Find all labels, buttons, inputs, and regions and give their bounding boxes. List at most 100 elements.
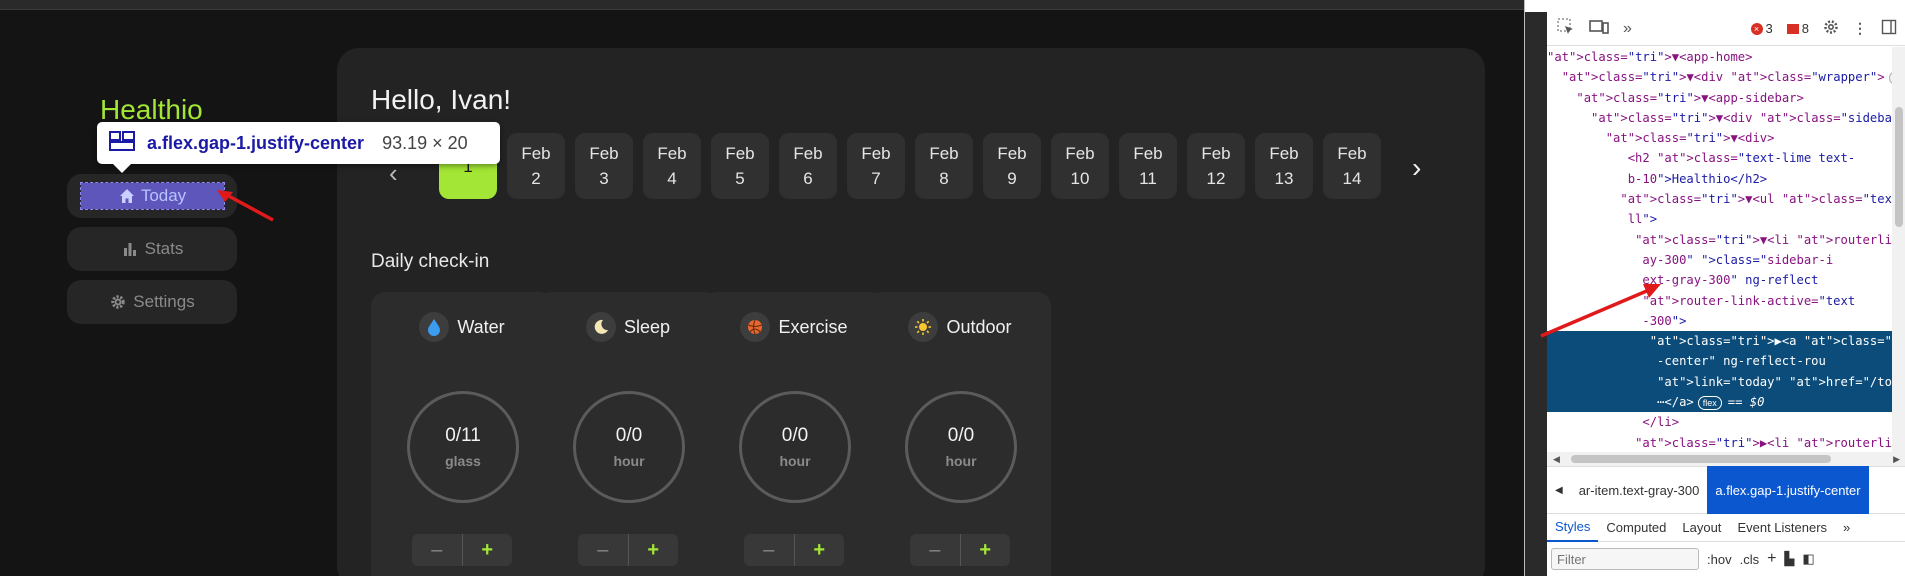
tab-computed[interactable]: Computed <box>1598 514 1674 542</box>
date-chip[interactable]: Feb 8 <box>915 133 973 199</box>
card-title: Exercise <box>778 316 848 337</box>
increment-button[interactable]: + <box>961 534 1011 566</box>
progress-value: 0/0 <box>947 425 975 446</box>
today-link-highlight[interactable]: Today <box>79 182 225 210</box>
quantity-stepper: – + <box>910 534 1010 566</box>
dom-tree-line-text: </li> <box>1547 415 1680 430</box>
more-panels-icon[interactable]: » <box>1835 514 1858 542</box>
date-next-button[interactable]: › <box>1412 152 1421 184</box>
increment-button[interactable]: + <box>629 534 679 566</box>
sidebar-item-label: Stats <box>144 239 184 258</box>
date-chip-month: Feb <box>1133 144 1163 163</box>
devtools-panel: » × 3 8 ⋮ "at">class="tri">▼<app-home> "… <box>1524 0 1905 576</box>
toggle-sidebar-icon[interactable]: ◧ <box>1802 551 1814 567</box>
dom-tree-line-text: "at">class="tri">▶<li "at">routerlinkact… <box>1635 435 1892 450</box>
date-chip[interactable]: Feb 3 <box>575 133 633 199</box>
breadcrumb-prev-icon[interactable]: ◀ <box>1547 466 1571 514</box>
issue-count-badge[interactable]: 8 <box>1786 21 1809 36</box>
elements-horizontal-scrollbar[interactable]: ◀ ▶ <box>1547 452 1905 466</box>
decrement-button[interactable]: – <box>910 534 961 566</box>
dom-tree-line[interactable]: "at">class="tri">▼<li "at">routerlinkact… <box>1547 230 1892 250</box>
progress-value: 0/11 <box>445 425 481 446</box>
paint-icon[interactable]: ▙ <box>1784 551 1794 567</box>
increment-button[interactable]: + <box>795 534 845 566</box>
quantity-stepper: – + <box>412 534 512 566</box>
settings-gear-icon[interactable] <box>1823 19 1839 38</box>
sidebar-item-settings[interactable]: Settings <box>67 280 237 324</box>
error-count-badge[interactable]: × 3 <box>1750 21 1773 36</box>
dom-tree-line[interactable]: "at">class="tri">▼<div> <box>1547 128 1892 148</box>
decrement-button[interactable]: – <box>744 534 795 566</box>
breadcrumb-item-active[interactable]: a.flex.gap-1.justify-center <box>1707 466 1869 514</box>
hov-toggle[interactable]: :hov <box>1707 552 1732 567</box>
date-chip-day: 12 <box>1206 169 1226 188</box>
dom-tree-line[interactable]: "at">class="tri">▼<app-home> <box>1547 47 1892 67</box>
dom-tree-line-text: "at">link="today" "at">href="/to <box>1657 374 1892 389</box>
progress-ring: 0/0 hour <box>739 391 851 503</box>
new-rule-icon[interactable]: + <box>1767 550 1776 568</box>
date-chip[interactable]: Feb 11 <box>1119 133 1177 199</box>
date-chip-month: Feb <box>1337 144 1367 163</box>
dom-tree-line[interactable]: <h2 "at">class="text-lime text- <box>1547 148 1892 168</box>
dom-tree-line[interactable]: "at">class="tri">▶<li "at">routerlinkact… <box>1547 433 1892 452</box>
inspect-element-icon[interactable] <box>1557 18 1575 39</box>
date-chip[interactable]: Feb 12 <box>1187 133 1245 199</box>
dom-tree-line[interactable]: -center" ng-reflect-rou <box>1547 351 1892 372</box>
elements-tree[interactable]: "at">class="tri">▼<app-home> "at">class=… <box>1547 47 1892 452</box>
dom-tree-line[interactable]: ⋯</a> flex == $0 <box>1547 392 1892 413</box>
breadcrumb-item[interactable]: ar-item.text-gray-300 <box>1571 466 1708 514</box>
kebab-menu-icon[interactable]: ⋮ <box>1853 20 1867 37</box>
gear-icon <box>109 293 127 311</box>
date-chip[interactable]: Feb 4 <box>643 133 701 199</box>
dom-tree-line[interactable]: "at">class="tri">▼<app-sidebar> <box>1547 88 1892 108</box>
date-chip[interactable]: Feb 5 <box>711 133 769 199</box>
breadcrumb: ◀ ar-item.text-gray-300 a.flex.gap-1.jus… <box>1547 466 1905 514</box>
date-chip[interactable]: Feb 13 <box>1255 133 1313 199</box>
more-tabs-icon[interactable]: » <box>1623 20 1632 38</box>
date-chip[interactable]: Feb 6 <box>779 133 837 199</box>
dom-tree-line[interactable]: </li> <box>1547 412 1892 432</box>
device-toolbar-icon[interactable] <box>1589 18 1609 39</box>
sidebar-item-stats[interactable]: Stats <box>67 227 237 271</box>
dom-tree-line[interactable]: "at">class="tri">▼<div "at">class="sideb… <box>1547 108 1892 128</box>
date-chip[interactable]: Feb 14 <box>1323 133 1381 199</box>
layout-grid-icon <box>109 130 135 156</box>
date-chip[interactable]: Feb 9 <box>983 133 1041 199</box>
home-icon <box>118 187 136 205</box>
elements-vertical-scrollbar[interactable] <box>1892 47 1905 452</box>
dom-tree-line[interactable]: "at">class="tri">▼<div "at">class="wrapp… <box>1547 67 1892 87</box>
dom-tree-line-text: "at">class="tri">▼<ul "at">class="text-l… <box>1620 192 1892 207</box>
decrement-button[interactable]: – <box>412 534 463 566</box>
date-chip[interactable]: Feb 10 <box>1051 133 1109 199</box>
tab-styles[interactable]: Styles <box>1547 514 1599 542</box>
dom-tree-line[interactable]: ll"> <box>1547 209 1892 229</box>
inspect-tooltip: a.flex.gap-1.justify-center 93.19 × 20 <box>97 122 500 173</box>
dock-side-icon[interactable] <box>1881 19 1897 38</box>
sidebar-item-today[interactable]: Today <box>67 174 237 218</box>
date-chip-month: Feb <box>1269 144 1299 163</box>
date-chip-month: Feb <box>793 144 823 163</box>
date-chip[interactable]: Feb 7 <box>847 133 905 199</box>
date-chip[interactable]: Feb 2 <box>507 133 565 199</box>
main-panel: Hello, Ivan! ‹ 1 Feb 2 Feb 3 Feb 4 Feb 5 Feb 6 Feb 7… <box>337 48 1485 576</box>
dom-tree-line-text: ay-300" ">class="sidebar-i <box>1547 252 1834 267</box>
date-chip-day: 14 <box>1342 169 1362 188</box>
dom-tree-line[interactable]: b-10">Healthio</h2> <box>1547 169 1892 189</box>
card-title: Outdoor <box>946 316 1012 337</box>
dom-tree-line-text: -center" ng-reflect-rou <box>1547 354 1826 369</box>
tab-event-listeners[interactable]: Event Listeners <box>1729 514 1835 542</box>
section-title: Daily check-in <box>371 251 490 272</box>
styles-filter-input[interactable] <box>1551 548 1699 570</box>
dom-tree-line[interactable]: "at">link="today" "at">href="/to <box>1547 371 1892 393</box>
cls-toggle[interactable]: .cls <box>1740 552 1760 567</box>
dom-tree-line[interactable]: "at">class="tri">▼<ul "at">class="text-l… <box>1547 189 1892 209</box>
dom-tree-line[interactable]: ay-300" ">class="sidebar-i <box>1547 250 1892 270</box>
progress-unit: hour <box>779 453 811 469</box>
dom-tree-line-text: b-10">Healthio</h2> <box>1547 171 1768 186</box>
error-icon: × <box>1750 22 1763 35</box>
date-chip-day: 5 <box>735 169 745 188</box>
decrement-button[interactable]: – <box>578 534 629 566</box>
flex-badge[interactable]: flex <box>1697 395 1722 410</box>
increment-button[interactable]: + <box>463 534 513 566</box>
tab-layout[interactable]: Layout <box>1674 514 1729 542</box>
